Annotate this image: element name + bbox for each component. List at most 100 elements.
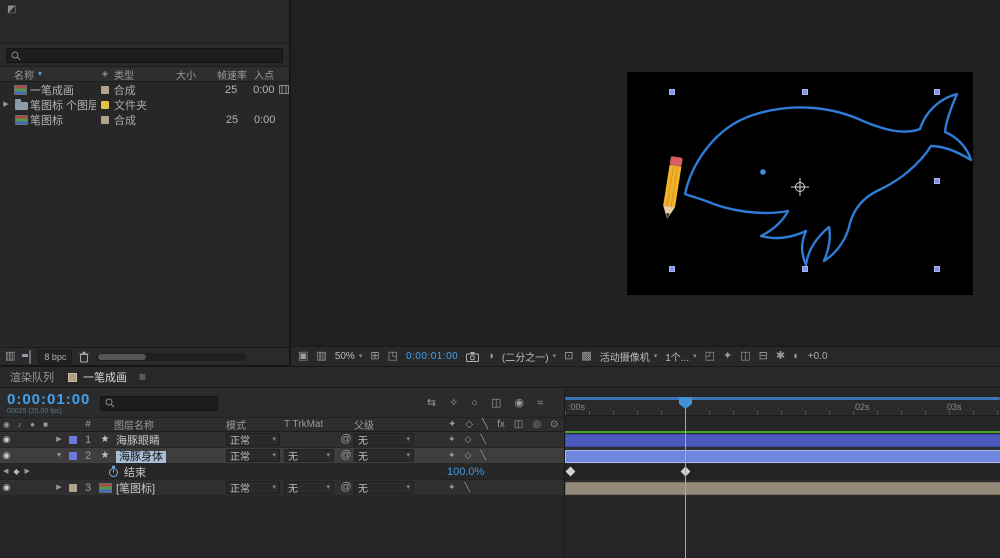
- collapse-switch-icon[interactable]: ✦: [448, 483, 456, 492]
- region-of-interest-icon[interactable]: ◳: [388, 351, 398, 362]
- flowchart-icon[interactable]: ⊟: [759, 351, 768, 362]
- viewer-current-time[interactable]: 0:00:01:00: [406, 351, 458, 362]
- timeline-button-icon[interactable]: ◫: [740, 351, 750, 362]
- layer-name[interactable]: 海豚身体: [114, 448, 226, 464]
- new-composition-icon[interactable]: [29, 351, 31, 363]
- column-fps[interactable]: 帧速率: [210, 67, 254, 82]
- resolution-select[interactable]: (二分之一)▾: [502, 349, 556, 364]
- timeline-tracks[interactable]: :00s 02s 03s: [565, 389, 1000, 558]
- trkmat-select[interactable]: 无▾: [284, 449, 334, 462]
- parent-pickwhip-icon[interactable]: @: [338, 482, 354, 493]
- expander-icon[interactable]: ▶: [52, 484, 66, 491]
- mini-flowchart-icon[interactable]: ⇆: [427, 398, 436, 409]
- layer-name-column[interactable]: 图层名称: [114, 417, 226, 432]
- next-keyframe-icon[interactable]: ▶: [25, 468, 30, 475]
- trkmat-select[interactable]: 无▾: [284, 481, 334, 494]
- list-item[interactable]: ▶ 笔图标 个图层 文件夹: [0, 97, 289, 112]
- collapse-switch-icon[interactable]: ✦: [448, 451, 456, 460]
- expander-icon[interactable]: ▼: [52, 452, 66, 459]
- list-item[interactable]: 笔图标 合成 25 0:00: [0, 112, 289, 127]
- trkmat-column[interactable]: T TrkMat: [284, 419, 338, 430]
- shy-switch-icon[interactable]: ◇: [465, 435, 472, 444]
- previous-keyframe-icon[interactable]: ◀: [3, 468, 8, 475]
- frame-blend-icon[interactable]: ◫: [491, 398, 501, 409]
- layer-duration-bar[interactable]: [565, 434, 1000, 447]
- label-color-chip[interactable]: [96, 101, 114, 109]
- layer-duration-bar-selected[interactable]: [565, 450, 1000, 463]
- property-value[interactable]: 100.0%: [417, 466, 564, 478]
- selection-handle[interactable]: [802, 89, 808, 95]
- stopwatch-icon[interactable]: [108, 465, 119, 478]
- composition-viewport[interactable]: [627, 72, 973, 295]
- column-name[interactable]: 名称▾: [0, 67, 96, 82]
- mode-select[interactable]: 正常▾: [226, 449, 280, 462]
- parent-select[interactable]: 无▾: [354, 449, 414, 462]
- label-column-icon[interactable]: ◈: [96, 70, 114, 78]
- label-color-chip[interactable]: [66, 436, 80, 444]
- timeline-search-input[interactable]: [100, 396, 218, 411]
- trash-icon[interactable]: [79, 351, 89, 363]
- show-channels-icon[interactable]: ◑: [487, 351, 494, 362]
- time-ruler[interactable]: :00s 02s 03s: [565, 400, 1000, 416]
- fast-previews-icon[interactable]: ✦: [723, 351, 732, 362]
- magnification-select[interactable]: 50%▾: [335, 351, 363, 362]
- parent-select[interactable]: 无▾: [354, 433, 414, 446]
- parent-pickwhip-icon[interactable]: @: [338, 434, 354, 445]
- monitor-icon[interactable]: ▥: [316, 351, 326, 362]
- playhead-line[interactable]: [685, 397, 686, 558]
- active-camera-select[interactable]: 活动摄像机▾: [600, 349, 658, 364]
- parent-select[interactable]: 无▾: [354, 481, 414, 494]
- label-color-chip[interactable]: [96, 116, 114, 124]
- property-row[interactable]: ◀ ◆ ▶ 结束 100.0%: [0, 464, 564, 480]
- quality-switch-icon[interactable]: ╲: [465, 483, 470, 492]
- layer-name[interactable]: [笔图标]: [114, 480, 226, 496]
- eye-icon[interactable]: ◉: [0, 451, 13, 460]
- expander-icon[interactable]: ▶: [0, 101, 12, 108]
- list-item[interactable]: 一笔成画 合成 25 0:00: [0, 82, 289, 97]
- motion-blur-icon[interactable]: ◉: [514, 398, 524, 409]
- grid-guides-icon[interactable]: ⊞: [370, 351, 379, 362]
- timeline-empty-area[interactable]: [0, 496, 564, 558]
- panel-menu-icon[interactable]: ≡: [139, 371, 146, 383]
- shy-layers-icon[interactable]: ○: [471, 398, 478, 409]
- table-row[interactable]: ◉ ▶ 1 ★ 海豚眼睛 正常▾ @ 无▾ ✦ ◇ ╲: [0, 432, 564, 448]
- exposure-value[interactable]: +0.0: [808, 351, 828, 362]
- table-row[interactable]: ◉ ▼ 2 ★ 海豚身体 正常▾ 无▾ @ 无▾ ✦ ◇ ╲: [0, 448, 564, 464]
- add-keyframe-icon[interactable]: ◆: [13, 468, 19, 476]
- collapse-switch-icon[interactable]: ✦: [448, 435, 456, 444]
- scrollbar-thumb[interactable]: [98, 354, 146, 360]
- pixel-aspect-icon[interactable]: ◰: [705, 351, 715, 362]
- quality-switch-icon[interactable]: ╲: [480, 451, 485, 460]
- selection-handle[interactable]: [934, 266, 940, 272]
- solo-icon[interactable]: ●: [26, 421, 39, 429]
- parent-column[interactable]: 父级: [354, 417, 418, 432]
- eye-icon[interactable]: ◉: [0, 483, 13, 492]
- label-color-chip[interactable]: [96, 86, 114, 94]
- graph-editor-icon[interactable]: ≈: [537, 398, 543, 409]
- label-color-chip[interactable]: [66, 452, 80, 460]
- column-size[interactable]: 大小: [176, 67, 210, 82]
- project-search-input[interactable]: [6, 48, 283, 63]
- eye-icon[interactable]: ◉: [0, 421, 13, 429]
- selection-handle[interactable]: [934, 89, 940, 95]
- item-name[interactable]: 笔图标 个图层: [30, 97, 96, 113]
- label-color-chip[interactable]: [66, 484, 80, 492]
- layer-duration-bar[interactable]: [565, 482, 1000, 495]
- expander-icon[interactable]: ▶: [52, 436, 66, 443]
- panel-corner-icon[interactable]: ◩: [7, 5, 16, 15]
- layer-name[interactable]: 海豚眼睛: [114, 432, 226, 448]
- interpret-footage-icon[interactable]: ▥: [5, 351, 15, 362]
- screen-icon[interactable]: ▣: [298, 351, 308, 362]
- selection-handle[interactable]: [934, 178, 940, 184]
- mode-select[interactable]: 正常▾: [226, 433, 280, 446]
- horizontal-scrollbar[interactable]: [96, 353, 246, 361]
- bit-depth-button[interactable]: 8 bpc: [38, 350, 72, 364]
- selection-handle[interactable]: [669, 266, 675, 272]
- column-type[interactable]: 类型: [114, 67, 176, 82]
- item-name[interactable]: 一笔成画: [30, 82, 96, 98]
- column-in-point[interactable]: 入点: [254, 67, 284, 82]
- view-layout-select[interactable]: 1个...▾: [665, 349, 696, 364]
- lock-icon[interactable]: ■: [39, 421, 52, 429]
- property-track[interactable]: [565, 464, 1000, 480]
- shy-switch-icon[interactable]: ◇: [465, 451, 472, 460]
